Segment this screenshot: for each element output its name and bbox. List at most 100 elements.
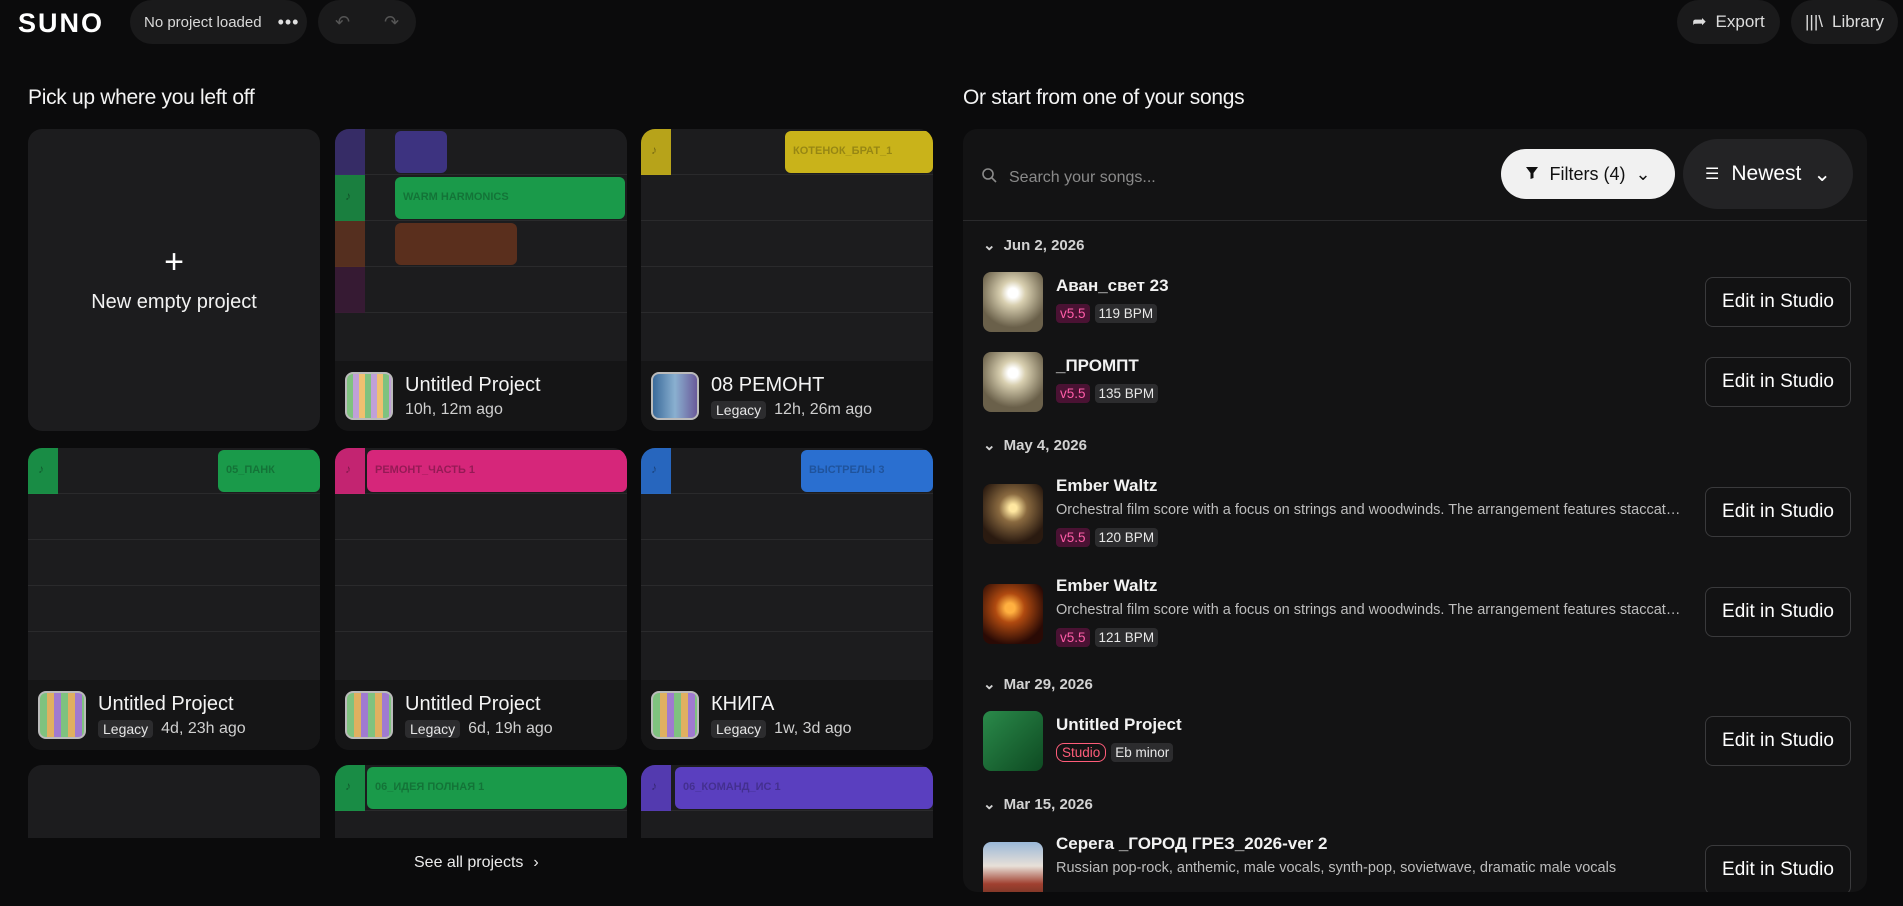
version-badge: v5.5 — [1056, 628, 1090, 647]
new-project-label: New empty project — [91, 290, 257, 313]
track-preview: ♪ WARM HARMONICS — [335, 129, 627, 361]
song-title: Аван_свет 23 — [1056, 276, 1169, 295]
redo-icon[interactable]: ↷ — [384, 12, 399, 33]
project-card[interactable]: ♪ КОТЕНОК_БРАТ_1 08 РЕМОНТ Legacy 12h, 26m… — [641, 129, 933, 431]
export-label: Export — [1715, 12, 1765, 31]
song-cover — [983, 484, 1043, 544]
project-name: Untitled Project — [405, 373, 541, 396]
key-badge: Eb minor — [1111, 743, 1174, 762]
song-description: Orchestral film score with a focus on st… — [1056, 502, 1686, 518]
new-project-card[interactable]: + New empty project — [28, 129, 320, 431]
see-all-label: See all projects — [414, 854, 524, 871]
song-title: Untitled Project — [1056, 715, 1182, 734]
song-row[interactable]: Аван_свет 23 v5.5 119 BPM Edit in Studio — [983, 272, 1851, 332]
song-title: Серега _ГОРОД ГРЕЗ_2026-ver 2 — [1056, 834, 1328, 853]
project-footer: Untitled Project Legacy 4d, 23h ago — [28, 680, 320, 750]
track-preview: ♪ РЕМОНТ_ЧАСТЬ 1 — [335, 448, 627, 680]
search-icon — [981, 167, 997, 188]
song-row[interactable]: Серега _ГОРОД ГРЕЗ_2026-ver 2 Russian po… — [983, 834, 1851, 892]
project-card[interactable]: ♪ 06_КОМАНД_ИС 1 — [641, 765, 933, 838]
edit-in-studio-button[interactable]: Edit in Studio — [1705, 587, 1851, 637]
project-name: Untitled Project — [98, 692, 234, 715]
see-all-projects-link[interactable]: See all projects › — [414, 854, 539, 872]
library-icon: |||\ — [1805, 12, 1823, 31]
chevron-down-icon: ⌄ — [983, 796, 996, 813]
song-row[interactable]: Untitled Project Studio Eb minor Edit in… — [983, 711, 1851, 771]
project-name: КНИГА — [711, 692, 775, 715]
project-card[interactable]: ♪ 06_ИДЕЯ ПОЛНАЯ 1 — [335, 765, 627, 838]
project-card[interactable]: ♪ ВЫСТРЕЛЫ 3 КНИГА Legacy 1w, 3d ago — [641, 448, 933, 750]
project-footer: Untitled Project Legacy 6d, 19h ago — [335, 680, 627, 750]
song-tags: v5.5 135 BPM — [1056, 384, 1159, 403]
clip-label: 06_ИДЕЯ ПОЛНАЯ 1 — [367, 767, 627, 809]
project-time: 10h, 12m ago — [405, 400, 503, 418]
project-footer: КНИГА Legacy 1w, 3d ago — [641, 680, 933, 750]
version-badge: v5.5 — [1056, 528, 1090, 547]
bpm-badge: 119 BPM — [1094, 304, 1158, 323]
song-title: _ПРОМПТ — [1056, 356, 1139, 375]
project-status: No project loaded — [144, 13, 262, 31]
edit-in-studio-button[interactable]: Edit in Studio — [1705, 277, 1851, 327]
song-row[interactable]: Ember Waltz Orchestral film score with a… — [983, 476, 1851, 547]
sort-icon: ☰ — [1705, 166, 1720, 183]
edit-in-studio-button[interactable]: Edit in Studio — [1705, 487, 1851, 537]
legacy-badge: Legacy — [711, 400, 767, 419]
top-bar: SUNO No project loaded ••• ↶ ↷ ➦ Export … — [0, 0, 1903, 44]
share-icon: ➦ — [1692, 12, 1707, 31]
song-cover — [983, 352, 1043, 412]
project-thumbnail — [651, 372, 699, 420]
legacy-badge: Legacy — [98, 719, 154, 738]
filters-label: Filters (4) — [1549, 163, 1626, 184]
bpm-badge: 121 BPM — [1094, 628, 1159, 647]
project-thumbnail — [345, 372, 393, 420]
edit-in-studio-button[interactable]: Edit in Studio — [1705, 845, 1851, 892]
date-group-header[interactable]: ⌄ Mar 29, 2026 — [983, 675, 1093, 694]
chevron-down-icon: ⌄ — [983, 676, 996, 693]
chevron-down-icon: ⌄ — [1635, 163, 1651, 184]
project-card[interactable]: ♪ 05_ПАНК Untitled Project Legacy 4d, 23h … — [28, 448, 320, 750]
song-cover — [983, 711, 1043, 771]
clip-label: ВЫСТРЕЛЫ 3 — [801, 450, 933, 492]
more-icon[interactable]: ••• — [278, 12, 300, 33]
project-card[interactable] — [28, 765, 320, 838]
suno-logo[interactable]: SUNO — [18, 8, 104, 39]
song-row[interactable]: _ПРОМПТ v5.5 135 BPM Edit in Studio — [983, 352, 1851, 412]
studio-badge: Studio — [1056, 743, 1107, 762]
project-time: 1w, 3d ago — [774, 719, 852, 737]
export-button[interactable]: ➦ Export — [1677, 0, 1780, 44]
filters-button[interactable]: Filters (4) ⌄ — [1501, 149, 1675, 199]
edit-in-studio-button[interactable]: Edit in Studio — [1705, 357, 1851, 407]
project-thumbnail — [38, 691, 86, 739]
song-row[interactable]: Ember Waltz Orchestral film score with a… — [983, 576, 1851, 647]
bpm-badge: 135 BPM — [1094, 384, 1159, 403]
chevron-down-icon: ⌄ — [983, 237, 996, 254]
date-group-header[interactable]: ⌄ Jun 2, 2026 — [983, 236, 1084, 255]
undo-icon[interactable]: ↶ — [335, 12, 350, 33]
filter-icon — [1525, 164, 1539, 185]
divider — [963, 220, 1867, 221]
edit-in-studio-button[interactable]: Edit in Studio — [1705, 716, 1851, 766]
recent-projects-title: Pick up where you left off — [28, 86, 255, 109]
song-cover — [983, 584, 1043, 644]
sort-dropdown[interactable]: ☰ Newest ⌄ — [1683, 139, 1853, 209]
songs-title: Or start from one of your songs — [963, 86, 1245, 109]
date-group-header[interactable]: ⌄ Mar 15, 2026 — [983, 795, 1093, 814]
date-group-header[interactable]: ⌄ May 4, 2026 — [983, 436, 1087, 455]
library-button[interactable]: |||\ Library — [1791, 0, 1898, 44]
song-title: Ember Waltz — [1056, 476, 1158, 495]
project-card[interactable]: ♪ WARM HARMONICS Untitled Project 10h, 12… — [335, 129, 627, 431]
project-selector[interactable]: No project loaded ••• — [130, 0, 307, 44]
chevron-down-icon: ⌄ — [983, 437, 996, 454]
song-cover — [983, 272, 1043, 332]
search-input[interactable] — [1009, 168, 1349, 187]
project-name: Untitled Project — [405, 692, 541, 715]
version-badge: v5.5 — [1056, 304, 1090, 323]
track-preview: ♪ 05_ПАНК — [28, 448, 320, 680]
song-tags: v5.5 120 BPM — [1056, 528, 1159, 547]
clip-label: РЕМОНТ_ЧАСТЬ 1 — [367, 450, 627, 492]
chevron-down-icon: ⌄ — [1813, 162, 1831, 186]
project-time: 6d, 19h ago — [468, 719, 553, 737]
legacy-badge: Legacy — [711, 719, 767, 738]
songs-panel: Filters (4) ⌄ ☰ Newest ⌄ ⌄ Jun 2, 2026 А… — [963, 129, 1867, 892]
project-card[interactable]: ♪ РЕМОНТ_ЧАСТЬ 1 Untitled Project Legacy 6… — [335, 448, 627, 750]
